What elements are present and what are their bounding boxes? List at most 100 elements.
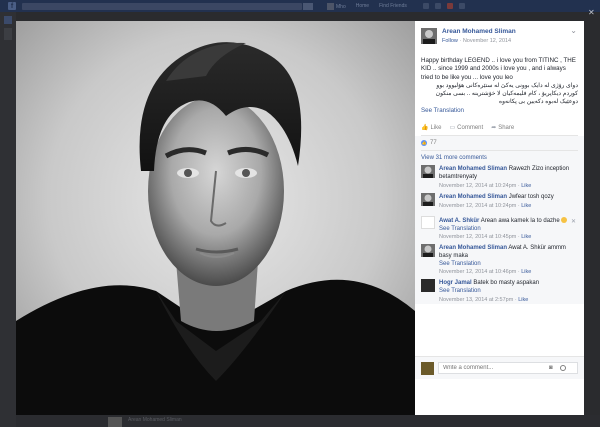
photo-viewer[interactable] [16, 21, 415, 415]
comment-author[interactable]: Awat A. Shkür [439, 218, 479, 224]
avatar[interactable] [421, 215, 435, 229]
comment-label: Comment [457, 124, 484, 131]
comment-meta: November 12, 2014 at 10:24pm · Like [439, 202, 532, 209]
background-footer-text: Arean Mohamed Sliman [128, 417, 182, 423]
share-button[interactable]: ➦ Share [491, 124, 515, 132]
post-text: Happy birthday LEGEND .. i love you from… [415, 53, 584, 106]
comment-like-link[interactable]: Like [521, 183, 531, 189]
comment-meta: November 12, 2014 at 10:24pm · Like [439, 182, 532, 189]
post-date[interactable]: November 12, 2014 [463, 38, 511, 44]
avatar [421, 362, 434, 375]
nav-home[interactable]: Home [356, 3, 369, 10]
comment-item: Hogr Jamal Batek bo masty aspakan See Tr… [415, 279, 584, 303]
comment-author[interactable]: Arean Mohamed Sliman [439, 194, 507, 200]
comment-like-link[interactable]: Like [521, 234, 531, 240]
post-header: Arean Mohamed Sliman Follow · November 1… [415, 21, 584, 53]
comment-like-link[interactable]: Like [521, 269, 531, 275]
comment-item: Arean Mohamed Sliman Awat A. Shkür ammm … [415, 244, 584, 276]
comment-body: Batek bo masty aspakan [473, 280, 540, 287]
share-icon: ➦ [491, 125, 497, 132]
comment-text: Arean Mohamed Sliman Rawezh Zizo incepti… [439, 165, 578, 182]
search-icon[interactable] [303, 2, 313, 10]
avatar[interactable] [421, 244, 435, 258]
like-count-icon: 👍 [421, 140, 427, 147]
comments-area: 👍 77 View 31 more comments Arean Mohamed… [415, 136, 584, 304]
like-icon: 👍 [421, 125, 429, 132]
comment-text: Hogr Jamal Batek bo masty aspakan [439, 279, 578, 288]
comment-meta: November 12, 2014 at 10:46pm · Like [439, 269, 532, 276]
search-input[interactable] [22, 2, 302, 10]
comment-item: Arean Mohamed Sliman Rawezh Zizo incepti… [415, 165, 584, 190]
nav-profile-label: Mho [336, 3, 346, 10]
facebook-top-bar: f Mho Home Find Friends [0, 0, 600, 12]
topbar-icons [422, 3, 465, 9]
facebook-logo-icon[interactable]: f [8, 2, 16, 10]
comment-meta: November 12, 2014 at 10:45pm · Like [439, 234, 532, 241]
comment-body: Jwfear tosh qozy [508, 193, 554, 200]
camera-icon[interactable]: ◙ [549, 365, 553, 371]
see-translation-link[interactable]: See Translation [415, 107, 584, 114]
portrait-photo [16, 21, 415, 415]
background-sidebar [0, 12, 16, 427]
comment-icon: ▭ [449, 125, 456, 132]
comment-body: Arean awa kamek la to dazhe [480, 217, 560, 224]
smiley-icon[interactable] [560, 365, 566, 371]
comment-text: Arean Mohamed Sliman Jwfear tosh qozy [439, 193, 578, 202]
avatar-image [421, 244, 435, 258]
comment-author[interactable]: Arean Mohamed Sliman [439, 245, 507, 251]
avatar[interactable] [421, 192, 435, 206]
comment-item: Awat A. Shkür Arean awa kamek la to dazh… [415, 215, 584, 241]
background-thumbnail [108, 417, 122, 427]
comment-date[interactable]: November 12, 2014 at 10:45pm [439, 234, 516, 240]
follow-link[interactable]: Follow [442, 38, 458, 44]
notifications-icon[interactable] [446, 3, 453, 9]
close-icon[interactable]: ✕ [588, 8, 595, 17]
comment-input[interactable] [438, 362, 578, 374]
comment-date[interactable]: November 12, 2014 at 10:24pm [439, 203, 516, 209]
comment-item: Arean Mohamed Sliman Jwfear tosh qozy No… [415, 192, 584, 213]
comment-button[interactable]: ▭ Comment [449, 124, 484, 132]
share-label: Share [498, 124, 515, 131]
post-panel: Arean Mohamed Sliman Follow · November 1… [415, 21, 584, 415]
post-meta: Follow · November 12, 2014 [442, 38, 511, 44]
avatar[interactable] [421, 279, 435, 293]
nav-profile[interactable]: Mho [327, 2, 346, 10]
messages-icon[interactable] [434, 3, 441, 9]
comment-author[interactable]: Arean Mohamed Sliman [439, 166, 507, 172]
post-text-ku: دوای رۆژی لە دایک بوونی یەکێ لە ستێرەکان… [435, 83, 578, 106]
background-block [4, 28, 12, 40]
like-label: Like [430, 124, 442, 131]
view-more-comments-link[interactable]: View 31 more comments [415, 151, 584, 165]
comment-text: Awat A. Shkür Arean awa kamek la to dazh… [439, 216, 578, 226]
avatar [327, 2, 334, 10]
avatar-image [421, 165, 435, 179]
post-author[interactable]: Arean Mohamed Sliman [442, 28, 516, 35]
comment-date[interactable]: November 12, 2014 at 10:24pm [439, 183, 516, 189]
top-nav: Mho Home Find Friends [327, 2, 407, 10]
close-icon[interactable]: ✕ [571, 218, 576, 225]
see-translation-link[interactable]: See Translation [439, 226, 578, 234]
comment-meta: November 13, 2014 at 2:57pm · Like [439, 296, 529, 303]
likes-count: 77 [430, 140, 437, 147]
see-translation-link[interactable]: See Translation [439, 288, 578, 296]
comment-text: Arean Mohamed Sliman Awat A. Shkür ammm … [439, 244, 578, 261]
comment-like-link[interactable]: Like [518, 297, 528, 303]
friend-requests-icon[interactable] [422, 3, 429, 9]
avatar[interactable] [421, 165, 435, 179]
background-footer: Arean Mohamed Sliman [16, 415, 600, 427]
more-icon[interactable]: ⌄ [570, 26, 577, 35]
comment-date[interactable]: November 13, 2014 at 2:57pm [439, 297, 513, 303]
privacy-icon[interactable] [458, 3, 465, 9]
smiley-emoji-icon [561, 216, 568, 223]
background-block [4, 16, 12, 24]
comment-like-link[interactable]: Like [521, 203, 531, 209]
comment-composer: ◙ [415, 356, 584, 379]
comment-author[interactable]: Hogr Jamal [439, 280, 472, 286]
like-button[interactable]: 👍 Like [421, 124, 442, 132]
see-translation-link[interactable]: See Translation [439, 261, 578, 269]
avatar[interactable] [421, 28, 437, 44]
comment-date[interactable]: November 12, 2014 at 10:46pm [439, 269, 516, 275]
likes-summary[interactable]: 👍 77 [415, 136, 584, 148]
nav-find-friends[interactable]: Find Friends [379, 3, 407, 10]
post-text-en: Happy birthday LEGEND .. i love you from… [421, 57, 576, 81]
